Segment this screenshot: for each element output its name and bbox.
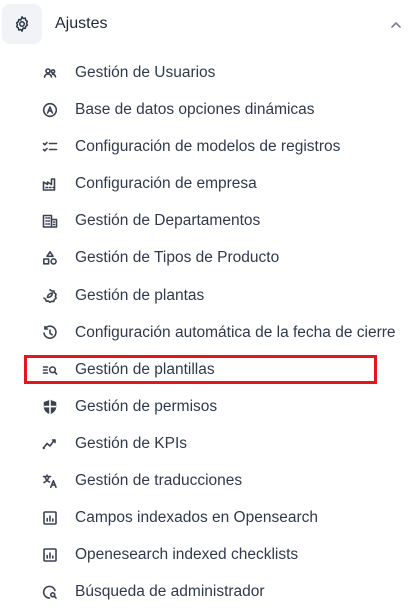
menu-item-department-management[interactable]: Gestión de Departamentos xyxy=(0,203,408,240)
chart-box-icon xyxy=(41,546,59,564)
menu-item-label: Configuración de modelos de registros xyxy=(75,138,341,156)
menu-item-kpi-management[interactable]: Gestión de KPIs xyxy=(0,426,408,463)
leaf-badge-icon xyxy=(41,287,59,305)
menu-item-label: Gestión de traducciones xyxy=(75,472,243,490)
settings-section-header[interactable]: Ajustes xyxy=(0,0,408,48)
menu-item-label: Gestión de Tipos de Producto xyxy=(75,249,280,267)
menu-item-label: Gestión de Departamentos xyxy=(75,212,261,230)
menu-item-template-management[interactable]: Gestión de plantillas xyxy=(0,352,408,389)
menu-item-label: Gestión de KPIs xyxy=(75,434,188,452)
building-icon xyxy=(41,212,59,230)
menu-item-plant-management[interactable]: Gestión de plantas xyxy=(0,278,408,315)
menu-item-translations[interactable]: Gestión de traducciones xyxy=(0,463,408,500)
menu-item-auto-close-date[interactable]: Configuración automática de la fecha de … xyxy=(0,315,408,352)
checklist-icon xyxy=(41,138,59,156)
menu-item-label: Gestión de Usuarios xyxy=(75,64,216,81)
search-badge-icon xyxy=(41,583,59,601)
clock-refresh-icon xyxy=(41,324,59,342)
shield-icon xyxy=(41,398,59,416)
menu-item-label: Búsqueda de administrador xyxy=(75,583,265,601)
factory-icon xyxy=(41,175,59,193)
shapes-icon xyxy=(41,249,59,267)
menu-item-label: Gestión de permisos xyxy=(75,397,218,415)
menu-item-admin-search[interactable]: Búsqueda de administrador xyxy=(0,574,408,611)
users-icon xyxy=(41,64,59,82)
menu-item-product-types[interactable]: Gestión de Tipos de Producto xyxy=(0,240,408,277)
chevron-up-icon[interactable] xyxy=(389,18,403,32)
menu-item-label: Campos indexados en Opensearch xyxy=(75,509,318,527)
menu-item-label: Gestión de plantas xyxy=(75,286,205,304)
circle-a-icon xyxy=(41,101,59,119)
menu-item-opensearch-indexed-checklists[interactable]: Openesearch indexed checklists xyxy=(0,537,408,574)
settings-menu: Gestión de Usuarios Base de datos opcion… xyxy=(0,55,408,611)
menu-item-record-models-config[interactable]: Configuración de modelos de registros xyxy=(0,129,408,166)
menu-item-company-config[interactable]: Configuración de empresa xyxy=(0,166,408,203)
chart-box-icon xyxy=(41,509,59,527)
menu-item-label: Gestión de plantillas xyxy=(75,360,215,378)
trend-icon xyxy=(41,435,59,453)
menu-item-label: Base de datos opciones dinámicas xyxy=(75,101,315,119)
menu-item-label: Openesearch indexed checklists xyxy=(75,546,299,564)
gear-icon xyxy=(2,4,42,44)
menu-item-opensearch-indexed-fields[interactable]: Campos indexados en Opensearch xyxy=(0,500,408,537)
menu-item-permissions[interactable]: Gestión de permisos xyxy=(0,389,408,426)
menu-item-label: Configuración de empresa xyxy=(75,175,257,193)
translate-icon xyxy=(41,472,59,490)
menu-item-dynamic-options-db[interactable]: Base de datos opciones dinámicas xyxy=(0,92,408,129)
menu-item-user-management[interactable]: Gestión de Usuarios xyxy=(0,55,408,92)
section-title: Ajustes xyxy=(55,15,108,32)
list-search-icon xyxy=(41,361,59,379)
menu-item-label: Configuración automática de la fecha de … xyxy=(75,323,396,341)
